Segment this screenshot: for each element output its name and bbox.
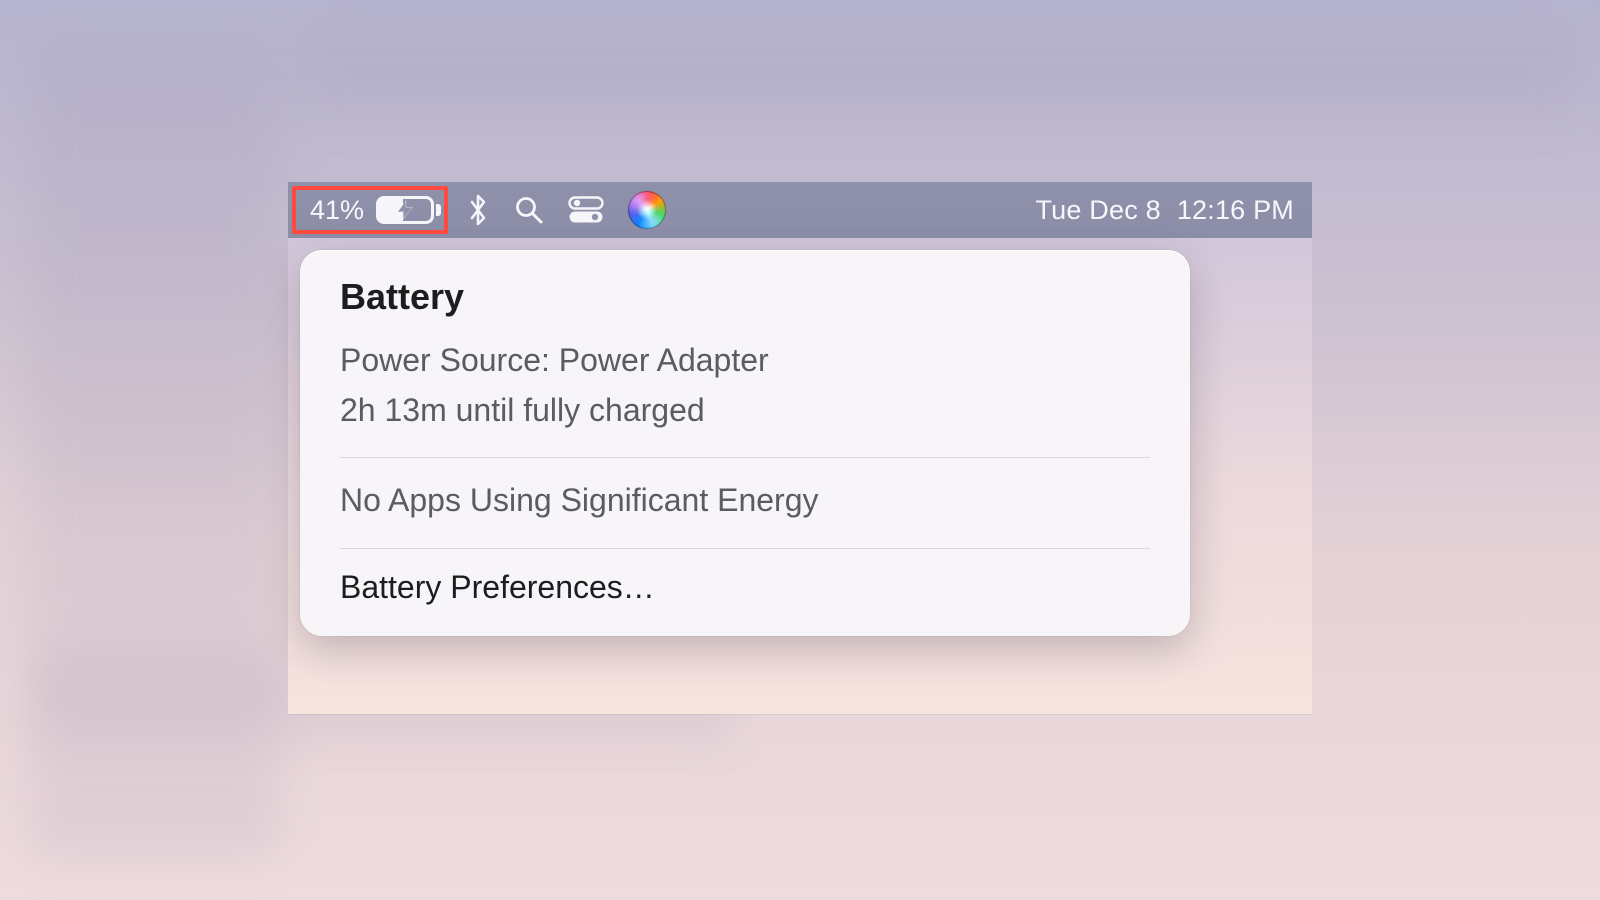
battery-preferences-item[interactable]: Battery Preferences… xyxy=(340,567,1150,606)
battery-popover: Battery Power Source: Power Adapter 2h 1… xyxy=(300,250,1190,636)
spotlight-menu-item[interactable] xyxy=(502,182,556,238)
popover-title: Battery xyxy=(340,276,1150,318)
divider xyxy=(340,457,1150,458)
date-time-menu-item[interactable]: Tue Dec 8 12:16 PM xyxy=(1035,195,1312,226)
menu-bar: 41% xyxy=(288,182,1312,238)
bluetooth-menu-item[interactable] xyxy=(454,182,502,238)
control-center-menu-item[interactable] xyxy=(556,182,616,238)
battery-charging-icon xyxy=(376,196,434,224)
apps-energy-line: No Apps Using Significant Energy xyxy=(340,476,1150,526)
battery-menu-item[interactable]: 41% xyxy=(292,186,448,234)
menubar-date: Tue Dec 8 xyxy=(1035,195,1160,226)
time-remaining-line: 2h 13m until fully charged xyxy=(340,386,1150,436)
battery-percent-label: 41% xyxy=(310,195,364,226)
divider xyxy=(340,548,1150,549)
menubar-time: 12:16 PM xyxy=(1177,195,1294,226)
siri-menu-item[interactable] xyxy=(616,182,678,238)
bluetooth-icon xyxy=(466,193,490,227)
control-center-icon xyxy=(568,196,604,224)
siri-icon xyxy=(628,191,666,229)
screenshot-panel: 41% xyxy=(288,182,1312,714)
search-icon xyxy=(514,195,544,225)
power-source-line: Power Source: Power Adapter xyxy=(340,336,1150,386)
